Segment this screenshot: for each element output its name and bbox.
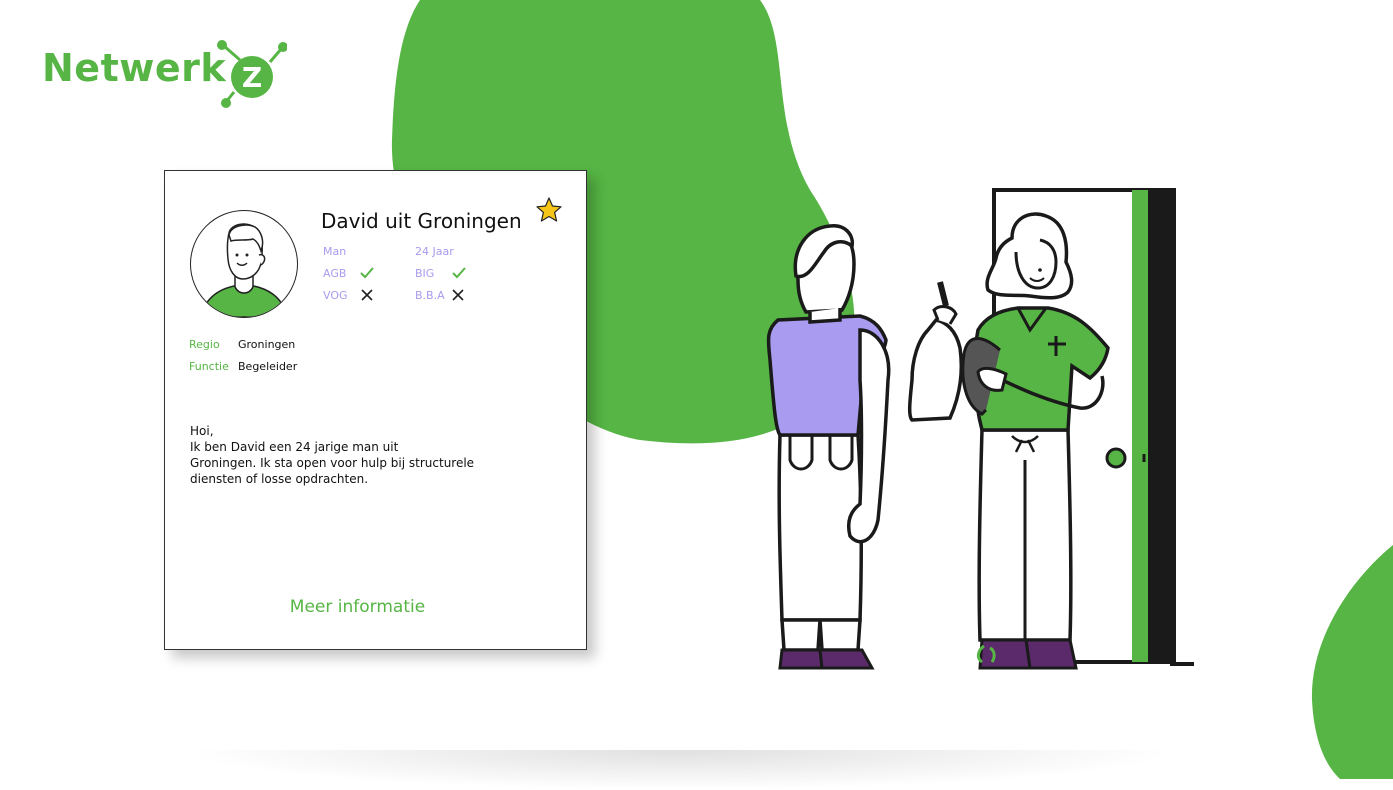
cross-icon: [452, 289, 464, 301]
vog-label: VOG: [323, 289, 348, 302]
regio-label: Regio: [189, 338, 220, 351]
man-figure: [766, 224, 891, 670]
netwerkz-logo[interactable]: Netwerk Z: [42, 40, 292, 110]
bio-line: Ik ben David een 24 jarige man uit: [190, 440, 399, 454]
person-avatar-icon: [200, 223, 288, 317]
logo-text: Netwerk: [42, 46, 227, 90]
bio-line: Hoi,: [190, 424, 214, 438]
star-icon[interactable]: [535, 196, 563, 224]
door-edge-green: [1132, 190, 1148, 662]
check-icon: [452, 267, 466, 279]
bio-line: diensten of losse opdrachten.: [190, 472, 369, 486]
gender-label: Man: [323, 245, 347, 258]
caregiver-visit-illustration: [766, 188, 1194, 670]
bottom-shadow: [180, 750, 1180, 790]
profile-name: David uit Groningen: [321, 209, 522, 233]
door-edge-dark: [1148, 188, 1176, 664]
bio-text: Hoi, Ik ben David een 24 jarige man uit …: [190, 423, 520, 487]
age-label: 24 Jaar: [415, 245, 454, 258]
bba-label: B.B.A: [415, 289, 445, 302]
bio-line: Groningen. Ik sta open voor hulp bij str…: [190, 456, 475, 470]
avatar: [190, 210, 298, 318]
functie-value: Begeleider: [238, 360, 298, 373]
profile-card[interactable]: David uit Groningen Man 24 Jaar AGB BIG …: [164, 170, 587, 650]
big-label: BIG: [415, 267, 435, 280]
door-knob: [1105, 447, 1127, 469]
green-blob-right: [1311, 545, 1393, 779]
more-info-link[interactable]: Meer informatie: [165, 597, 550, 617]
functie-label: Functie: [189, 360, 229, 373]
regio-value: Groningen: [238, 338, 296, 351]
check-icon: [360, 267, 374, 279]
agb-label: AGB: [323, 267, 347, 280]
logo-z-mark-icon: Z: [217, 40, 287, 108]
cross-icon: [361, 289, 373, 301]
svg-text:Z: Z: [242, 61, 262, 94]
